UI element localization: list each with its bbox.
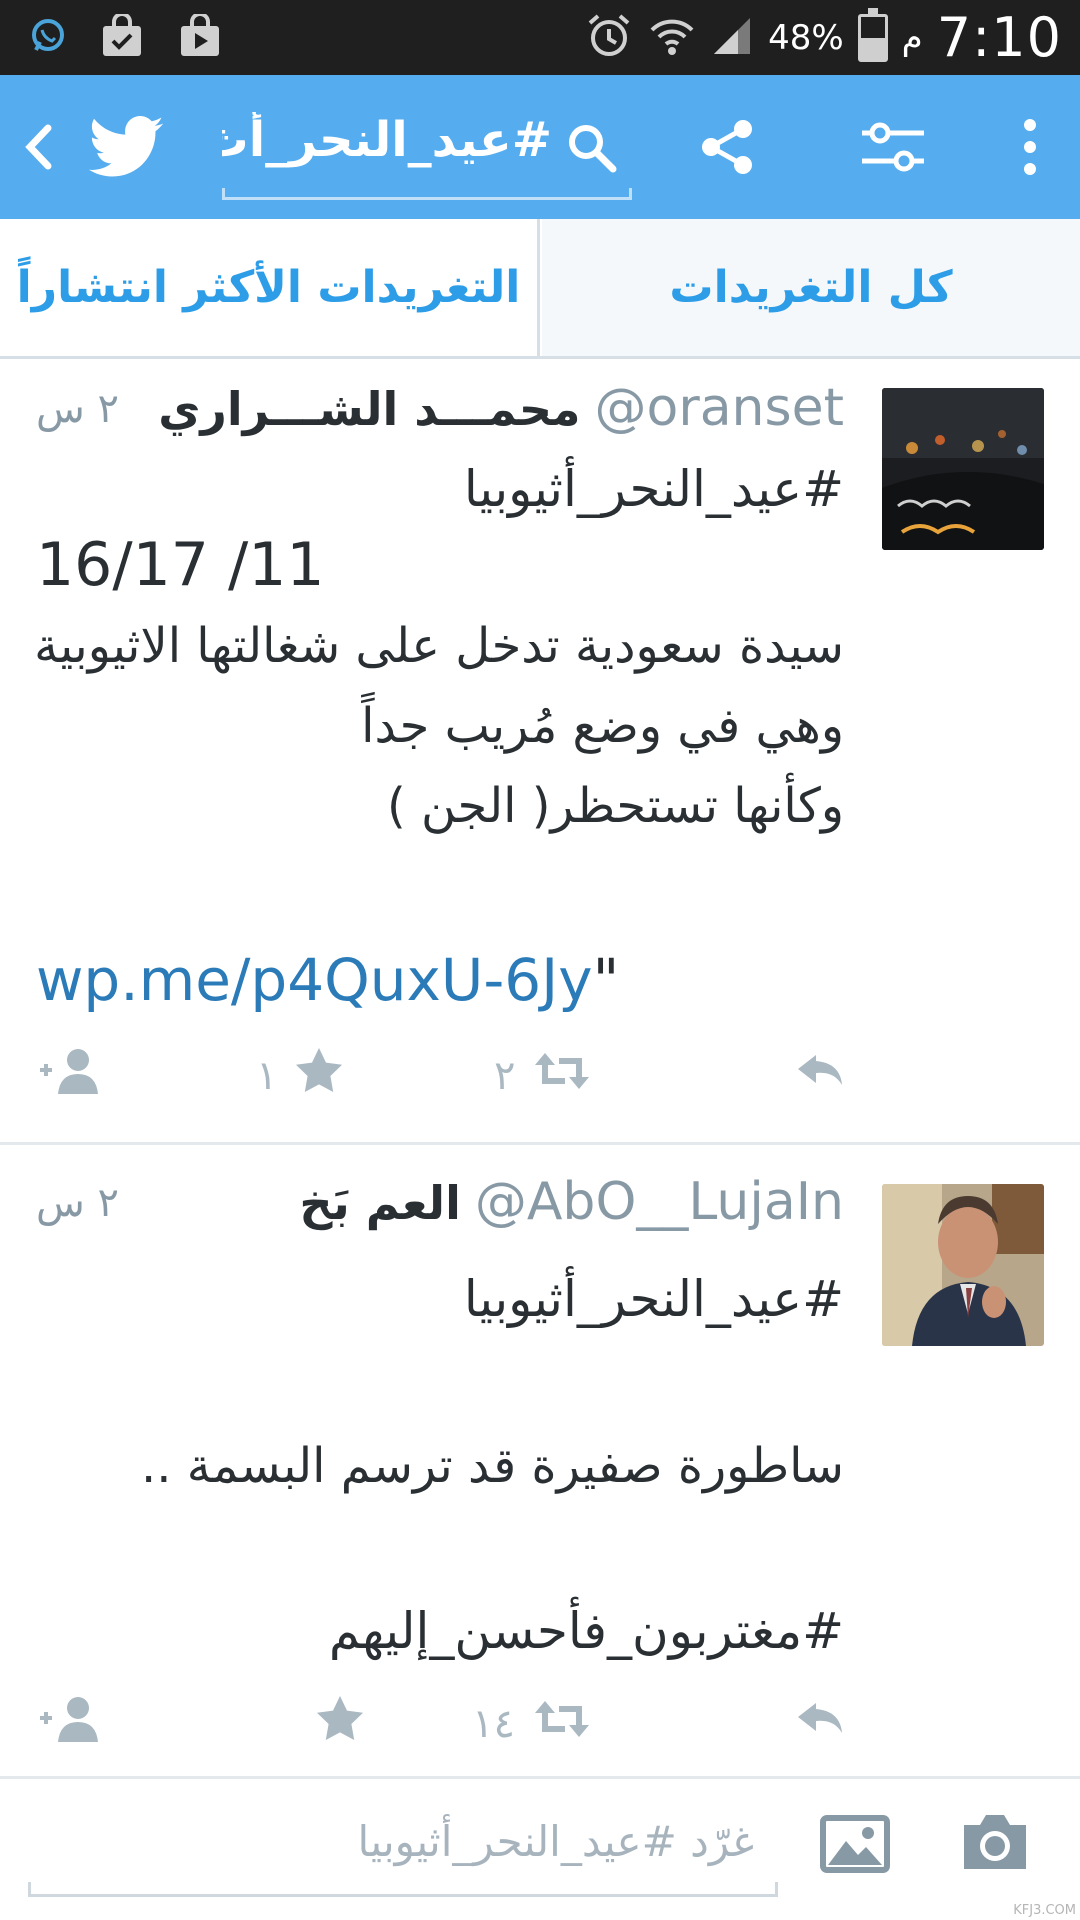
tab-top-label: التغريدات الأكثر انتشاراً <box>16 262 521 313</box>
tab-all-label: كل التغريدات <box>669 262 953 313</box>
tweet-time: ٢ س <box>36 386 120 432</box>
follow-button[interactable] <box>38 1046 104 1106</box>
retweet-count: ٢ <box>494 1053 516 1099</box>
retweet-button[interactable]: ١٤ <box>472 1694 591 1754</box>
play-store-icon <box>178 11 222 62</box>
tweet-actions: ١ ٢ <box>0 1046 1080 1106</box>
tweet-link-text[interactable]: wp.me/p4QuxU-6Jy <box>36 946 593 1014</box>
share-icon[interactable] <box>690 75 764 219</box>
image-icon[interactable] <box>820 1815 890 1877</box>
follow-user-icon <box>38 1694 104 1754</box>
tweet[interactable]: محمـــد الشـــراري @oranset ٢ س #عيد_الن… <box>0 362 1080 1145</box>
tweet-time: ٢ س <box>36 1180 120 1226</box>
tweet-text-line: 16/17 /11 <box>36 530 325 600</box>
retweet-button[interactable]: ٢ <box>494 1046 591 1106</box>
search-icon[interactable] <box>566 122 618 178</box>
search-field[interactable]: #عيد_النحر_أث <box>222 88 632 206</box>
tweet-actions: ١٤ <box>0 1694 1080 1754</box>
alarm-icon <box>584 11 634 65</box>
reply-icon <box>796 1051 844 1101</box>
tab-all-tweets[interactable]: كل التغريدات <box>542 219 1080 356</box>
hashtag-link[interactable]: #عيد_النحر_أثيوبيا <box>464 460 844 518</box>
display-name[interactable]: العم بَخ <box>299 1176 461 1230</box>
user-handle[interactable]: @oranset <box>595 378 845 438</box>
clock: 7:10 <box>936 6 1062 69</box>
tweet-header: محمـــد الشـــراري @oranset <box>158 378 844 438</box>
battery-icon <box>857 7 888 62</box>
user-handle[interactable]: @AbO__LujaIn <box>475 1172 844 1232</box>
signal-icon <box>710 14 754 62</box>
compose-input[interactable]: غرّد #عيد_النحر_أثيوبيا <box>28 1803 778 1897</box>
tweet-text-line: سيدة سعودية تدخل على شغالتها الاثيوبية <box>34 618 844 674</box>
follow-user-icon <box>38 1046 104 1106</box>
favorite-count: ١ <box>256 1053 278 1099</box>
tab-top-tweets[interactable]: التغريدات الأكثر انتشاراً <box>0 219 540 356</box>
tweet-link[interactable]: wp.me/p4QuxU-6Jy" <box>36 946 619 1014</box>
reply-button[interactable] <box>796 1046 844 1106</box>
search-query[interactable]: #عيد_النحر_أث <box>222 112 552 168</box>
reply-icon <box>796 1699 844 1749</box>
wifi-icon <box>648 12 696 64</box>
favorite-button[interactable] <box>298 1694 364 1754</box>
star-icon <box>295 1048 343 1104</box>
star-icon <box>316 1696 364 1752</box>
tweet-text-line: ساطورة صفيرة قد ترسم البسمة .. <box>140 1438 844 1494</box>
retweet-icon <box>533 1699 591 1749</box>
tweet-text-line: وكأنها تستحظر( الجن ) <box>387 778 844 834</box>
tab-bar: التغريدات الأكثر انتشاراً كل التغريدات <box>0 219 1080 359</box>
favorite-button[interactable]: ١ <box>256 1046 343 1106</box>
tweet-link-quote: " <box>592 946 620 1014</box>
avatar[interactable] <box>882 388 1044 550</box>
status-bar: 48% م 7:10 <box>0 0 1080 75</box>
camera-icon[interactable] <box>958 1811 1032 1877</box>
tweet-text-line: وهي في وضع مُريب جداً <box>361 698 844 754</box>
retweet-count: ١٤ <box>472 1701 515 1747</box>
more-icon[interactable] <box>1010 75 1050 219</box>
tweet[interactable]: العم بَخ @AbO__LujaIn ٢ س #عيد_النحر_أثي… <box>0 1148 1080 1776</box>
back-icon[interactable] <box>14 75 64 219</box>
whatsapp-icon <box>30 18 66 58</box>
ampm-label: م <box>901 17 923 58</box>
compose-bar: غرّد #عيد_النحر_أثيوبيا KFJ3.COM <box>0 1776 1080 1920</box>
avatar[interactable] <box>882 1184 1044 1346</box>
filter-icon[interactable] <box>856 75 930 219</box>
hashtag-link[interactable]: #مغتربون_فأحسن_إليهم <box>329 1602 844 1660</box>
battery-percent: 48% <box>768 17 844 58</box>
twitter-bird-icon[interactable] <box>86 75 166 219</box>
watermark: KFJ3.COM <box>1013 1903 1076 1918</box>
retweet-icon <box>533 1051 591 1101</box>
hashtag-link[interactable]: #عيد_النحر_أثيوبيا <box>464 1270 844 1328</box>
tweet-header: العم بَخ @AbO__LujaIn <box>299 1172 844 1232</box>
shopping-bag-check-icon <box>100 11 144 62</box>
follow-button[interactable] <box>38 1694 104 1754</box>
reply-button[interactable] <box>796 1694 844 1754</box>
display-name[interactable]: محمـــد الشـــراري <box>158 382 580 436</box>
compose-placeholder: غرّد #عيد_النحر_أثيوبيا <box>357 1817 754 1866</box>
